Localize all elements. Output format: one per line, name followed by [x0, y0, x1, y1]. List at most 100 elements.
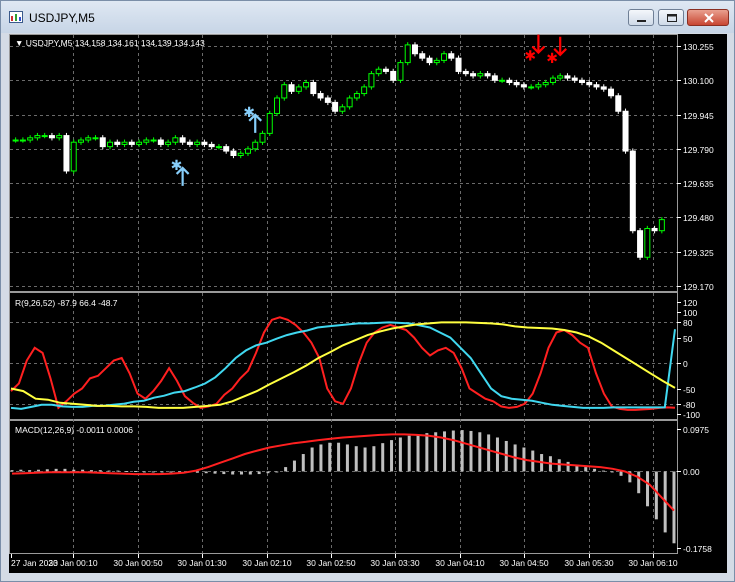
bear-candle — [426, 57, 433, 64]
panel-frame-2 — [9, 292, 678, 420]
indicator-y-tick-label: 100 — [683, 307, 698, 318]
bull-candle — [346, 97, 353, 108]
chart-app-icon — [9, 11, 23, 23]
bear-candle — [288, 84, 295, 92]
chart-header-text: USDJPY,M5 134.158 134.161 134.139 134.14… — [25, 38, 205, 48]
macd-histogram-bar — [195, 471, 199, 473]
bull-candle — [499, 79, 506, 82]
bear-candle — [317, 93, 324, 99]
chart-area[interactable]: ✱ ✱ ✱ ✱ ▼ USDJPY,M5 134.158 134.161 134.139… — [9, 34, 727, 573]
macd-histogram-bar — [125, 471, 129, 473]
price-y-tick-label: 129.170 — [683, 281, 714, 292]
panel-frame-1 — [9, 34, 678, 292]
indicator-y-tick-label: -50 — [683, 384, 696, 395]
bull-candle — [535, 84, 542, 88]
indicator-line-2 — [10, 321, 676, 410]
x-tick-label: 30 Jan 04:50 — [499, 558, 549, 568]
macd-histogram-bar — [451, 430, 455, 472]
bull-candle — [557, 75, 564, 79]
price-y-tick-label: 129.790 — [683, 144, 714, 155]
macd-histogram-bar — [319, 444, 323, 472]
bull-candle — [194, 141, 201, 145]
macd-histogram-bar — [169, 471, 173, 473]
macd-histogram-bar — [637, 471, 641, 494]
bull-candle — [70, 141, 77, 172]
bull-candle — [215, 146, 222, 149]
bear-candle — [114, 141, 121, 145]
bear-candle — [651, 227, 658, 232]
bear-candle — [578, 79, 585, 83]
bull-candle — [92, 137, 99, 140]
macd-histogram-bar — [672, 471, 676, 544]
bull-candle — [549, 77, 556, 83]
macd-histogram-bar — [328, 442, 332, 472]
macd-histogram-bar — [248, 471, 252, 475]
chart-window: USDJPY,M5 ✱ ✱ ✱ ✱ ▼ USDJPY,M5 134.158 134.1… — [0, 0, 735, 582]
bull-candle — [27, 137, 34, 141]
macd-histogram-bar — [381, 443, 385, 472]
macd-histogram-bar — [390, 440, 394, 472]
macd-histogram-bar — [372, 446, 376, 472]
macd-histogram-bar — [28, 470, 32, 472]
bull-candle — [34, 135, 41, 139]
bear-candle — [324, 97, 331, 103]
sell-star-icon: ✱ — [524, 49, 536, 65]
bear-candle — [310, 81, 317, 95]
bull-candle — [12, 139, 19, 142]
bull-candle — [259, 132, 266, 143]
buy-star-icon: ✱ — [171, 158, 183, 174]
macd-histogram-bar — [292, 460, 296, 472]
bull-candle — [361, 86, 368, 95]
bear-candle — [615, 95, 622, 112]
bear-candle — [448, 53, 455, 59]
bull-candle — [121, 141, 128, 145]
indicator2-header: MACD(12,26,9) -0.0011 0.0006 — [15, 425, 133, 435]
bull-candle — [528, 86, 535, 89]
indicator1-header: R(9,26,52) -87.9 66.4 -48.7 — [15, 298, 118, 308]
bear-candle — [230, 150, 237, 156]
panel-frame-3 — [9, 420, 678, 554]
indicator-y-tick-label: 0 — [683, 358, 688, 369]
buy-star-icon: ✱ — [243, 105, 255, 121]
indicator-y-tick-label: 50 — [683, 333, 693, 344]
macd-histogram-bar — [425, 433, 429, 472]
macd-histogram-bar — [354, 446, 358, 472]
macd-histogram-bar — [266, 471, 270, 474]
sell-star-icon: ✱ — [546, 51, 558, 67]
title-bar[interactable]: USDJPY,M5 — [1, 1, 734, 33]
macd-histogram-bar — [478, 432, 482, 472]
bear-candle — [332, 101, 339, 112]
macd-histogram-bar — [584, 467, 588, 472]
macd-histogram-bar — [257, 471, 261, 475]
chart-header: ▼ USDJPY,M5 134.158 134.161 134.139 134.… — [15, 38, 205, 48]
x-tick-label: 30 Jan 03:30 — [370, 558, 420, 568]
macd-histogram-bar — [619, 471, 623, 476]
macd-histogram-bar — [98, 470, 102, 472]
macd-histogram-bar — [142, 471, 146, 473]
bull-candle — [136, 141, 143, 145]
macd-histogram-bar — [416, 434, 420, 472]
price-y-tick-label: 130.255 — [683, 41, 714, 52]
bear-candle — [128, 141, 135, 145]
bull-candle — [143, 139, 150, 143]
minimize-button[interactable] — [628, 9, 654, 26]
x-tick-label: 30 Jan 06:10 — [628, 558, 678, 568]
bear-candle — [520, 84, 527, 88]
bull-candle — [644, 227, 651, 258]
bear-candle — [179, 137, 186, 143]
indicator-y-tick-label: 120 — [683, 297, 698, 308]
maximize-button[interactable] — [658, 9, 684, 26]
macd-histogram-bar — [81, 469, 85, 472]
bear-candle — [157, 139, 164, 145]
bull-candle — [441, 53, 448, 61]
macd-histogram-bar — [363, 447, 367, 472]
bull-candle — [19, 139, 26, 142]
bear-candle — [600, 86, 607, 90]
close-button[interactable] — [687, 9, 729, 26]
bull-candle — [368, 73, 375, 88]
bear-candle — [608, 88, 615, 97]
x-tick-label: 30 Jan 02:10 — [242, 558, 292, 568]
bull-candle — [266, 112, 273, 134]
macd-histogram-bar — [601, 470, 605, 472]
macd-histogram-bar — [213, 471, 217, 474]
